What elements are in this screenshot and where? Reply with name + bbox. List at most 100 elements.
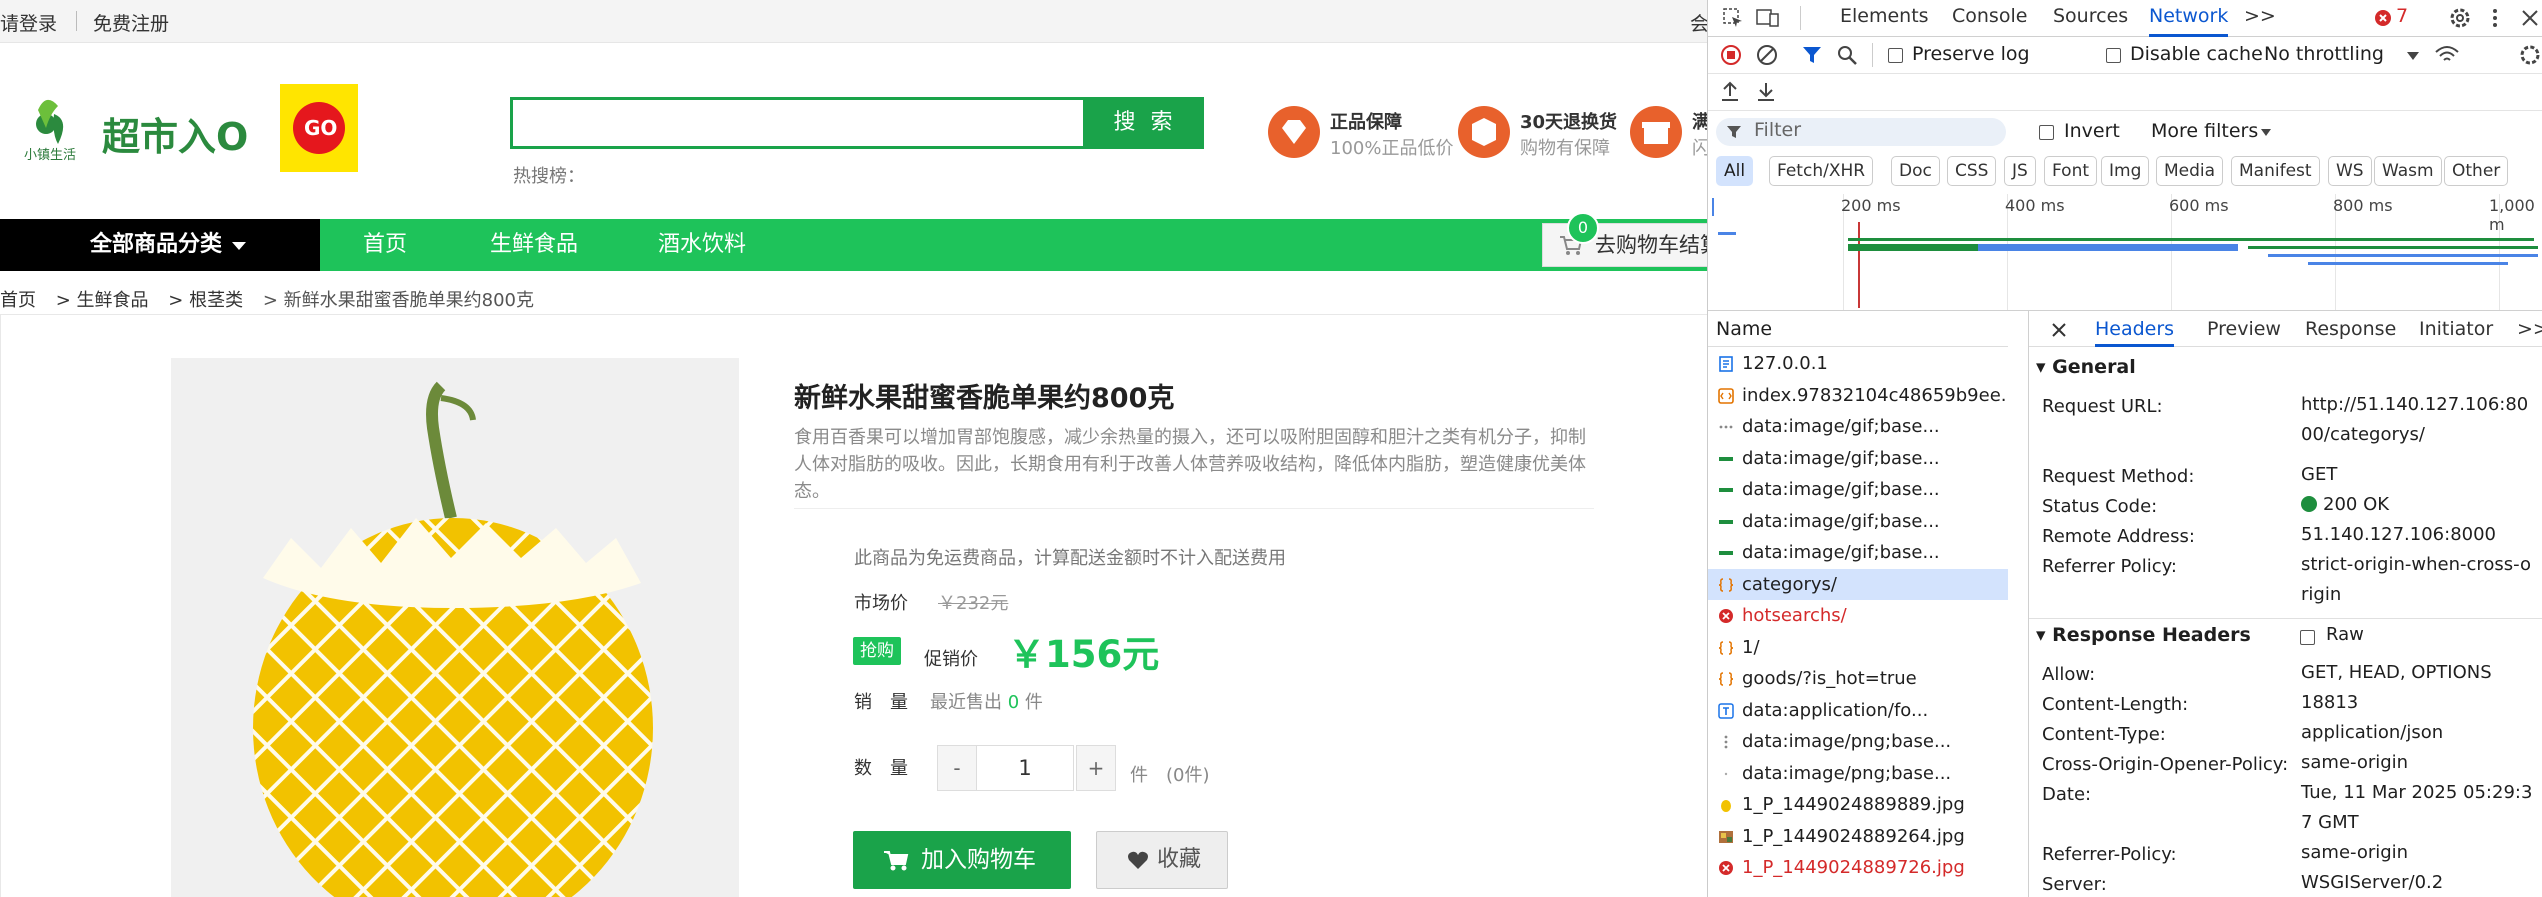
inspect-element-icon[interactable]	[1722, 7, 1744, 29]
type-filter-css[interactable]: CSS	[1947, 156, 1997, 186]
type-filter-doc[interactable]: Doc	[1891, 156, 1940, 186]
feature-subtitle: 购物有保障	[1520, 138, 1610, 159]
search-button[interactable]: 搜 索	[1086, 97, 1204, 149]
request-row[interactable]: 1_P_1449024889726.jpg	[1708, 852, 2008, 883]
filter-placeholder: Filter	[1754, 119, 1802, 141]
more-tabs-button[interactable]: >>	[2244, 0, 2276, 34]
type-filter-img[interactable]: Img	[2101, 156, 2150, 186]
type-filter-all[interactable]: All	[1716, 156, 1754, 186]
type-filter-wasm[interactable]: Wasm	[2374, 156, 2442, 186]
response-headers-section-header[interactable]: ▾ Response Headers	[2036, 624, 2251, 646]
close-icon[interactable]	[2051, 322, 2067, 338]
network-settings-icon[interactable]	[2518, 43, 2542, 67]
close-icon[interactable]	[2520, 8, 2540, 28]
header-value: strict-origin-when-cross-origin	[2301, 554, 2531, 605]
request-row[interactable]: index.97832104c48659b9ee...	[1708, 380, 2008, 411]
quantity-input[interactable]: 1	[976, 745, 1074, 791]
type-filter-fetch[interactable]: Fetch/XHR	[1769, 156, 1874, 186]
type-filter-manifest[interactable]: Manifest	[2231, 156, 2320, 186]
split-divider[interactable]	[2028, 310, 2029, 897]
topbar-right-partial[interactable]: 会	[1690, 9, 1707, 36]
clear-icon[interactable]	[1756, 44, 1778, 66]
preserve-log-label: Preserve log	[1912, 43, 2030, 65]
disable-cache-checkbox[interactable]	[2106, 48, 2121, 63]
quantity-decrease-button[interactable]: -	[937, 745, 977, 791]
box-icon	[1458, 106, 1510, 158]
breadcrumb-home[interactable]: 首页	[0, 286, 36, 312]
add-to-cart-label: 加入购物车	[921, 847, 1036, 873]
network-timeline[interactable]	[1708, 194, 2542, 311]
network-conditions-icon[interactable]	[2434, 43, 2460, 67]
type-filter-other[interactable]: Other	[2444, 156, 2509, 186]
request-row[interactable]: 1_P_1449024889889.jpg	[1708, 789, 2008, 820]
request-row[interactable]: 127.0.0.1	[1708, 348, 2008, 379]
invert-checkbox[interactable]	[2039, 125, 2054, 140]
header-key: Remote Address:	[2042, 526, 2195, 547]
general-section-header[interactable]: ▾ General	[2036, 356, 2136, 378]
nav-fresh-food[interactable]: 生鲜食品	[490, 219, 578, 271]
kebab-menu-icon[interactable]	[2490, 6, 2500, 30]
all-categories-menu[interactable]: 全部商品分类	[0, 219, 320, 271]
request-row[interactable]: data:image/png;base...	[1708, 726, 2008, 757]
type-filter-media[interactable]: Media	[2156, 156, 2224, 186]
breadcrumb-category[interactable]: > 生鲜食品	[56, 286, 149, 312]
record-stop-icon[interactable]	[1720, 44, 1742, 66]
tab-preview[interactable]: Preview	[2207, 314, 2281, 344]
tab-headers[interactable]: Headers	[2095, 314, 2175, 347]
request-row[interactable]: data:image/gif;base...	[1708, 506, 2008, 537]
tab-sources[interactable]: Sources	[2053, 0, 2128, 34]
tab-console[interactable]: Console	[1952, 0, 2027, 34]
raw-checkbox[interactable]	[2300, 630, 2315, 645]
request-row[interactable]: data:image/png;base...	[1708, 758, 2008, 789]
nav-home[interactable]: 首页	[363, 219, 407, 271]
more-detail-tabs-button[interactable]: >>	[2517, 314, 2542, 344]
request-row[interactable]: hotsearchs/	[1708, 600, 2008, 631]
type-filter-js[interactable]: JS	[2004, 156, 2036, 186]
timeline-bar	[2248, 246, 2538, 249]
gear-icon[interactable]	[2448, 6, 2472, 30]
breadcrumb-subcategory[interactable]: > 根茎类	[168, 286, 243, 312]
download-icon[interactable]	[1756, 80, 1776, 102]
name-column-header[interactable]: Name	[1708, 314, 2008, 347]
error-count[interactable]: 7	[2396, 5, 2408, 27]
request-row[interactable]: 1_P_1449024889264.jpg	[1708, 821, 2008, 852]
go-to-cart-button[interactable]: 0 去购物车结算	[1542, 212, 1707, 267]
nav-drinks[interactable]: 酒水饮料	[658, 219, 746, 271]
timeline-bar	[1718, 232, 1736, 235]
tab-elements[interactable]: Elements	[1840, 0, 1929, 34]
more-filters-button[interactable]: More filters	[2151, 120, 2258, 142]
login-link[interactable]: 请登录	[0, 9, 57, 36]
timeline-bar	[2268, 254, 2538, 257]
timeline-marker	[1712, 198, 1714, 216]
shop-page: 请登录 免费注册 会 小镇生活 超市入O GO 搜 索 热搜榜： 正品保障 10…	[0, 0, 1707, 897]
site-logo[interactable]: 小镇生活 超市入O GO	[24, 84, 364, 178]
type-filter-ws[interactable]: WS	[2328, 156, 2372, 186]
request-row[interactable]: data:image/gif;base...	[1708, 411, 2008, 442]
quantity-increase-button[interactable]: +	[1076, 745, 1116, 791]
request-row[interactable]: data:application/fo...	[1708, 695, 2008, 726]
tab-response[interactable]: Response	[2305, 314, 2396, 344]
throttling-select[interactable]: No throttling	[2264, 43, 2384, 65]
request-row[interactable]: data:image/gif;base...	[1708, 537, 2008, 568]
favorite-button[interactable]: 收藏	[1096, 831, 1228, 889]
preserve-log-checkbox[interactable]	[1888, 48, 1903, 63]
feature-return: 30天退换货 购物有保障	[1456, 102, 1656, 162]
tab-network[interactable]: Network	[2149, 0, 2229, 37]
search-icon[interactable]	[1836, 44, 1858, 66]
product-image[interactable]	[171, 358, 739, 897]
request-row[interactable]: goods/?is_hot=true	[1708, 663, 2008, 694]
tab-initiator[interactable]: Initiator	[2419, 314, 2493, 344]
type-filter-font[interactable]: Font	[2044, 156, 2098, 186]
register-link[interactable]: 免费注册	[93, 9, 169, 36]
device-toolbar-icon[interactable]	[1756, 7, 1780, 29]
filter-input[interactable]: Filter	[1716, 118, 2006, 146]
add-to-cart-button[interactable]: 加入购物车	[853, 831, 1071, 889]
search-input[interactable]	[510, 97, 1086, 149]
header-key: Allow:	[2042, 664, 2096, 685]
request-row[interactable]: data:image/gif;base...	[1708, 474, 2008, 505]
filter-icon[interactable]	[1802, 45, 1822, 65]
request-row[interactable]: categorys/	[1708, 568, 2008, 600]
upload-icon[interactable]	[1720, 80, 1740, 102]
request-row[interactable]: 1/	[1708, 632, 2008, 663]
request-row[interactable]: data:image/gif;base...	[1708, 443, 2008, 474]
